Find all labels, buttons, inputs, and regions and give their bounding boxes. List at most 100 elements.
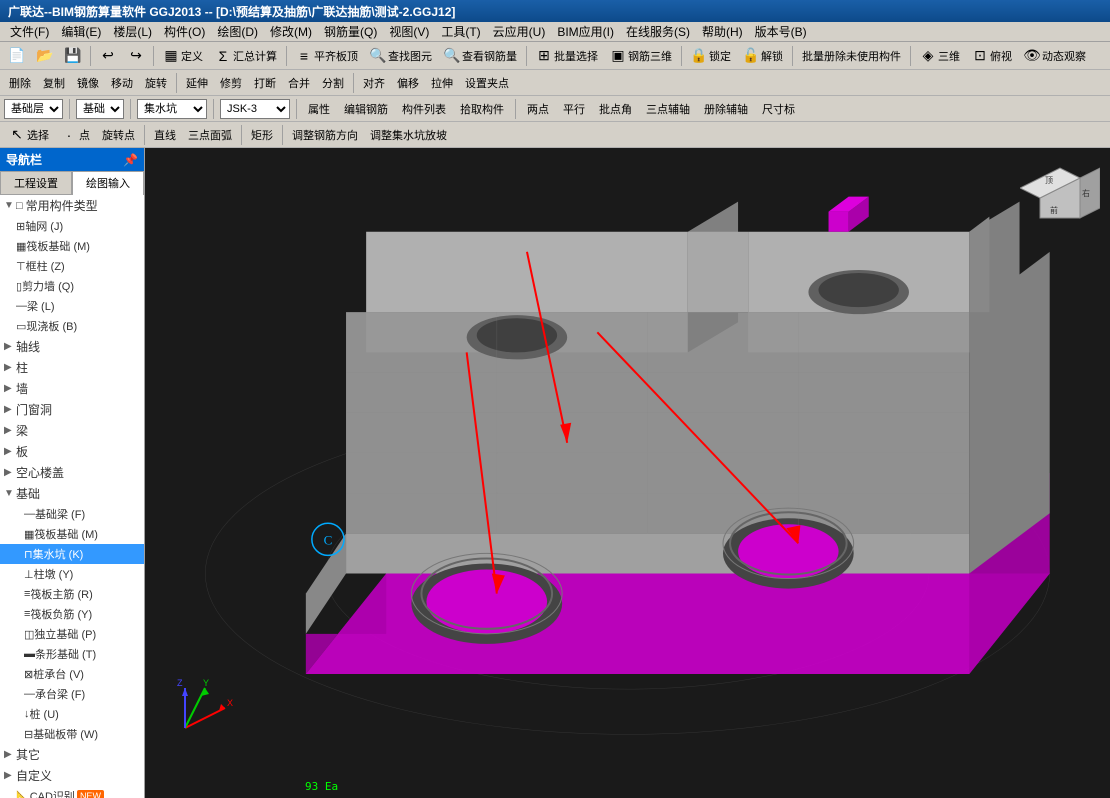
batch-delete-btn[interactable]: 批量册除未使用构件 [797, 45, 906, 67]
menu-bim[interactable]: BIM应用(I) [551, 21, 620, 42]
line-btn[interactable]: 直线 [149, 124, 181, 146]
tree-item-pier[interactable]: ⊥ 柱墩 (Y) [0, 564, 144, 584]
menu-edit[interactable]: 编辑(E) [55, 21, 107, 42]
layer-select[interactable]: 基础 [76, 99, 124, 119]
menu-modify[interactable]: 修改(M) [264, 21, 318, 42]
adjust-rebar-btn[interactable]: 调整钢筋方向 [287, 124, 363, 146]
extend-btn[interactable]: 延伸 [181, 72, 213, 94]
tree-item-pit[interactable]: ⊓ 集水坑 (K) [0, 544, 144, 564]
tree-item-strip[interactable]: ▬ 条形基础 (T) [0, 644, 144, 664]
align-tool-btn[interactable]: 对齐 [358, 72, 390, 94]
menu-help[interactable]: 帮助(H) [696, 21, 749, 42]
tree-cat-axis[interactable]: ▶ 轴线 [0, 336, 144, 357]
menu-floor[interactable]: 楼层(L) [107, 21, 158, 42]
menu-version[interactable]: 版本号(B) [749, 21, 813, 42]
sidebar-tab-settings[interactable]: 工程设置 [0, 171, 72, 195]
tree-cat-beam[interactable]: ▶ 梁 [0, 420, 144, 441]
grip-btn[interactable]: 设置夹点 [460, 72, 514, 94]
unlock-btn[interactable]: 🔓 解锁 [738, 45, 788, 67]
rotate-btn[interactable]: 旋转 [140, 72, 172, 94]
view-rebar-btn[interactable]: 🔍 查看钢筋量 [439, 45, 522, 67]
adjust-slope-btn[interactable]: 调整集水坑放坡 [365, 124, 452, 146]
menu-file[interactable]: 文件(F) [4, 21, 55, 42]
tree-item-band[interactable]: ⊟ 基础板带 (W) [0, 724, 144, 744]
menu-component[interactable]: 构件(O) [158, 21, 211, 42]
sidebar-pin-icon[interactable]: 📌 [123, 153, 138, 167]
property-btn[interactable]: 属性 [303, 98, 335, 120]
comp-list-btn[interactable]: 构件列表 [397, 98, 451, 120]
tree-item-raft[interactable]: ▦ 筏板基础 (M) [0, 236, 144, 256]
tree-item-beam[interactable]: — 梁 (L) [0, 296, 144, 316]
tree-item-cad[interactable]: 📐 CAD识别 NEW [0, 786, 144, 798]
del-aux-btn[interactable]: 册除辅轴 [699, 98, 753, 120]
arc-btn[interactable]: 三点面弧 [183, 124, 237, 146]
tree-cat-common[interactable]: ▼ □ 常用构件类型 [0, 195, 144, 216]
tree-item-slab[interactable]: ▭ 现浇板 (B) [0, 316, 144, 336]
mirror-btn[interactable]: 镜像 [72, 72, 104, 94]
open-btn[interactable]: 📂 [32, 45, 58, 67]
tree-cat-hollow[interactable]: ▶ 空心楼盖 [0, 462, 144, 483]
lock-btn[interactable]: 🔒 锁定 [686, 45, 736, 67]
tree-cat-openings[interactable]: ▶ 门窗洞 [0, 399, 144, 420]
comp-name-select[interactable]: JSK-3 [220, 99, 290, 119]
view-cube[interactable]: 前 顶 右 [1020, 158, 1100, 238]
delete-btn[interactable]: 删除 [4, 72, 36, 94]
three-point-axis-btn[interactable]: 三点辅轴 [641, 98, 695, 120]
sidebar-tab-draw[interactable]: 绘图输入 [72, 171, 144, 195]
calc-btn[interactable]: Σ 汇总计算 [210, 45, 282, 67]
floor-select[interactable]: 基础层 [4, 99, 63, 119]
tree-item-pile[interactable]: ↓ 桩 (U) [0, 704, 144, 724]
3d-btn[interactable]: ◈ 三维 [915, 45, 965, 67]
menu-tools[interactable]: 工具(T) [435, 21, 486, 42]
undo-btn[interactable]: ↩ [95, 45, 121, 67]
merge-btn[interactable]: 合并 [283, 72, 315, 94]
tree-cat-wall[interactable]: ▶ 墙 [0, 378, 144, 399]
trim-btn[interactable]: 修剪 [215, 72, 247, 94]
tree-item-raft2[interactable]: ▦ 筏板基础 (M) [0, 524, 144, 544]
comp-type-select[interactable]: 集水坑 [137, 99, 207, 119]
dynamic-view-btn[interactable]: 👁 动态观察 [1019, 45, 1091, 67]
new-btn[interactable]: 📄 [4, 45, 30, 67]
rotate-point-btn[interactable]: 旋转点 [97, 124, 140, 146]
dim-btn[interactable]: 尺寸标 [757, 98, 800, 120]
top-view-btn[interactable]: ⊡ 俯视 [967, 45, 1017, 67]
tree-item-cap[interactable]: ⊠ 桩承台 (V) [0, 664, 144, 684]
parallel-btn[interactable]: 平行 [558, 98, 590, 120]
redo-btn[interactable]: ↪ [123, 45, 149, 67]
copy-btn[interactable]: 复制 [38, 72, 70, 94]
tree-item-cap-beam[interactable]: — 承台梁 (F) [0, 684, 144, 704]
tree-cat-foundation[interactable]: ▼ 基础 [0, 483, 144, 504]
select-btn[interactable]: ↖ 选择 [4, 124, 54, 146]
offset-btn[interactable]: 偏移 [392, 72, 424, 94]
menu-rebar[interactable]: 钢筋量(Q) [318, 21, 383, 42]
menu-cloud[interactable]: 云应用(U) [487, 21, 552, 42]
find-btn[interactable]: 🔍 查找图元 [365, 45, 437, 67]
tree-cat-other[interactable]: ▶ 其它 [0, 744, 144, 765]
tree-item-axis[interactable]: ⊞ 轴网 (J) [0, 216, 144, 236]
menu-view[interactable]: 视图(V) [383, 21, 435, 42]
define-btn[interactable]: ▦ 定义 [158, 45, 208, 67]
tree-cat-custom[interactable]: ▶ 自定义 [0, 765, 144, 786]
align-btn[interactable]: ≡ 平齐板顶 [291, 45, 363, 67]
pick-comp-btn[interactable]: 拾取构件 [455, 98, 509, 120]
edit-rebar-btn[interactable]: 编辑钢筋 [339, 98, 393, 120]
two-point-btn[interactable]: 两点 [522, 98, 554, 120]
split-btn[interactable]: 分割 [317, 72, 349, 94]
batch-select-btn[interactable]: ⊞ 批量选择 [531, 45, 603, 67]
tree-cat-col[interactable]: ▶ 柱 [0, 357, 144, 378]
rect-btn[interactable]: 矩形 [246, 124, 278, 146]
rebar3d-btn[interactable]: ▣ 钢筋三维 [605, 45, 677, 67]
save-btn[interactable]: 💾 [60, 45, 86, 67]
batch-angle-btn[interactable]: 批点角 [594, 98, 637, 120]
move-btn[interactable]: 移动 [106, 72, 138, 94]
menu-draw[interactable]: 绘图(D) [211, 21, 264, 42]
stretch-btn[interactable]: 拉伸 [426, 72, 458, 94]
tree-item-column[interactable]: ⊤ 框柱 (Z) [0, 256, 144, 276]
menu-online[interactable]: 在线服务(S) [620, 21, 696, 42]
tree-item-raft-main[interactable]: ≡ 筏板主筋 (R) [0, 584, 144, 604]
tree-item-found-beam[interactable]: — 基础梁 (F) [0, 504, 144, 524]
break-btn[interactable]: 打断 [249, 72, 281, 94]
tree-item-shearwall[interactable]: ▯ 剪力墙 (Q) [0, 276, 144, 296]
point-btn[interactable]: · 点 [56, 124, 95, 146]
tree-item-standalone[interactable]: ◫ 独立基础 (P) [0, 624, 144, 644]
